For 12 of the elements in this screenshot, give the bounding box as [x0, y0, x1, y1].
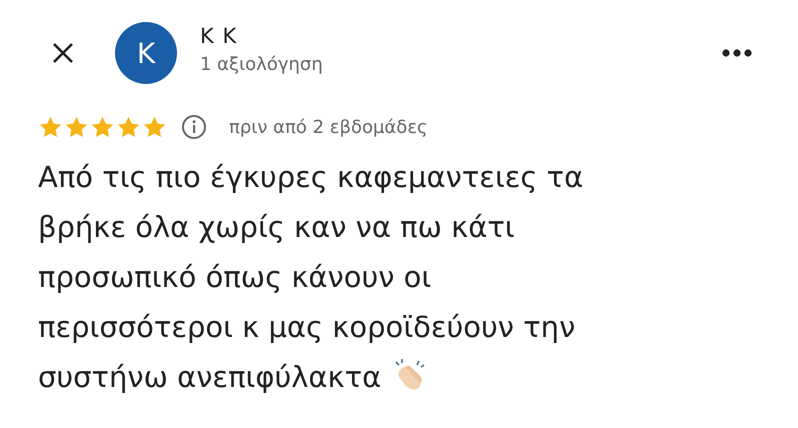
clapping-hands-icon [393, 359, 428, 391]
star-icon [142, 114, 167, 140]
review-text: Από τις πιο έγκυρες καφεμαντειες τα βρήκε όλα χωρίς καν να πω κάτι προσωπικό όπως κάνουν οι περισσότεροι κ μας κοροϊδεύουν την συστήνω ανεπιφύλακτα [38, 159, 584, 396]
avatar: K [115, 22, 177, 84]
star-icon [64, 114, 89, 140]
star-icon [116, 114, 141, 140]
reviewer-name: K K [200, 24, 238, 48]
star-icon [38, 114, 63, 140]
info-icon[interactable] [181, 114, 207, 140]
star-icon [90, 114, 115, 140]
review-count: 1 αξιολόγηση [200, 54, 323, 74]
review-date: πριν από 2 εβδομάδες [229, 116, 428, 138]
